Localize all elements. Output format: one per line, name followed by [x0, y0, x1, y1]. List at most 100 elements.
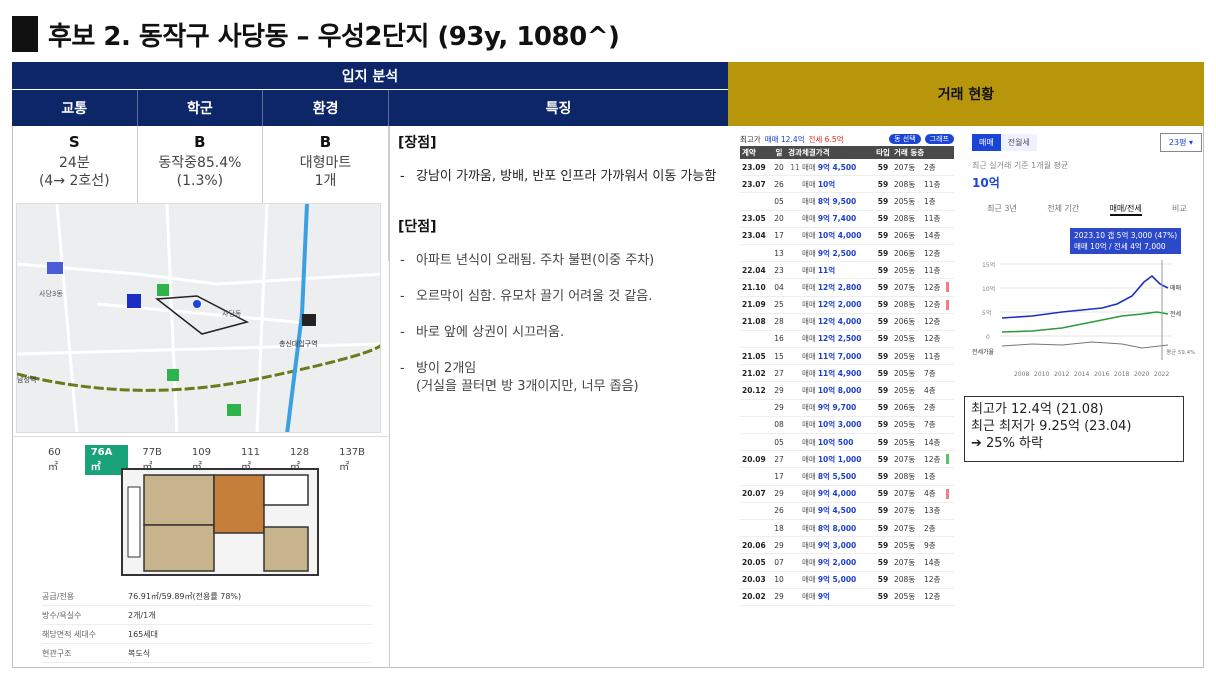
deal-floor: 2층 — [924, 523, 936, 533]
area-select[interactable]: 23평 ▾ — [1159, 132, 1202, 152]
deal-row[interactable]: 23.07 26 매매 10억 59 208동 11층 — [740, 176, 954, 194]
area-tab[interactable]: 137B㎡ — [333, 445, 381, 475]
deal-price: 매매 9억 3,000 — [802, 540, 872, 551]
grade-detail: (1.3%) — [176, 173, 224, 189]
deal-floor: 11층 — [924, 214, 941, 224]
deal-row[interactable]: 20.09 27 매매 10억 1,000 59 207동 12층 — [740, 451, 954, 469]
deal-row[interactable]: 29 매매 9억 9,700 59 206동 2층 — [740, 400, 954, 417]
deal-type: 59 — [877, 214, 889, 224]
deal-row[interactable]: 21.02 27 매매 11억 4,900 59 205동 7층 — [740, 365, 954, 383]
deal-floor: 1층 — [924, 196, 936, 206]
location-analysis-panel: 입지 분석 교통 학군 환경 특징 S 24분 (4→ 2호선) B 동작중85… — [12, 62, 728, 668]
map-label: 남성역 — [17, 375, 36, 384]
deal-kind: 매매 — [802, 506, 816, 516]
deal-kind: 매매 — [802, 162, 816, 172]
deal-row[interactable]: 16 매매 12억 2,500 59 205동 12층 — [740, 331, 954, 349]
x-tick: 2014 — [1074, 371, 1089, 378]
deal-kind: 매매 — [802, 300, 816, 310]
deal-building: 205동 — [894, 265, 916, 275]
deal-kind: 매매 — [802, 265, 816, 275]
deal-row[interactable]: 23.04 17 매매 10억 4,000 59 206동 14층 — [740, 228, 954, 245]
deal-day: 20 — [774, 214, 784, 224]
deal-price: 매매 10억 — [802, 179, 872, 190]
deal-building: 206동 — [894, 403, 916, 413]
deal-building: 205동 — [894, 368, 916, 378]
deal-kind: 매매 — [802, 454, 816, 464]
x-tick: 2018 — [1114, 371, 1129, 378]
chart-tooltip: 2023.10 갭 5억 3,000 (47%) 매매 10억 / 전세 4억 … — [1070, 228, 1182, 254]
deal-row[interactable]: 20.12 29 매매 10억 8,000 59 205동 4층 — [740, 382, 954, 400]
location-map[interactable]: 사당3동 남성역 총신대입구역 사당동 — [16, 203, 381, 433]
deal-day: 13 — [774, 248, 784, 258]
deal-row[interactable]: 05 매매 10억 500 59 205동 14층 — [740, 434, 954, 452]
deal-type: 59 — [877, 282, 889, 292]
deal-row[interactable]: 21.10 04 매매 12억 2,800 59 207동 12층 — [740, 279, 954, 297]
criteria-header-row: 교통 학군 환경 특징 — [12, 90, 728, 126]
deal-row[interactable]: 23.09 20 11 매매 9억 4,500 59 207동 2층 — [740, 159, 954, 177]
spec-key: 방수/욕실수 — [42, 610, 82, 620]
deal-building: 205동 — [894, 592, 916, 602]
deal-row[interactable]: 08 매매 10억 3,000 59 205동 7층 — [740, 417, 954, 434]
col-type: 타입 — [876, 148, 890, 157]
tab-sale[interactable]: 매매 — [972, 133, 1001, 151]
deal-row[interactable]: 20.07 29 매매 9억 4,000 59 207동 4층 — [740, 486, 954, 503]
deal-day: 05 — [774, 437, 784, 447]
period-tab[interactable]: 전체 기간 — [1047, 203, 1079, 216]
period-tab-active[interactable]: 매매/전세 — [1109, 203, 1142, 216]
deal-month: 20.09 — [742, 454, 766, 464]
grade-detail: 1개 — [314, 173, 337, 189]
deal-building: 205동 — [894, 196, 916, 206]
deal-price: 매매 10억 1,000 — [802, 454, 872, 465]
grade-detail: 24분 — [58, 155, 90, 171]
deal-row[interactable]: 22.04 23 매매 11억 59 205동 11층 — [740, 262, 954, 280]
deal-row[interactable]: 21.09 25 매매 12억 2,000 59 208동 12층 — [740, 297, 954, 314]
deal-row[interactable]: 18 매매 8억 8,000 59 207동 2층 — [740, 520, 954, 538]
graph-button[interactable]: 그래프 — [924, 134, 954, 144]
deal-type: 59 — [877, 489, 889, 499]
deal-month: 20.07 — [742, 489, 766, 499]
deal-row[interactable]: 20.05 07 매매 9억 2,000 59 207동 14층 — [740, 554, 954, 572]
period-tab[interactable]: 비교 — [1172, 203, 1187, 216]
deal-day: 26 — [774, 179, 784, 189]
con-text: 오르막이 심함. 유모차 끌기 어려울 것 같음. — [416, 289, 653, 304]
deal-month: 21.10 — [742, 282, 766, 292]
deal-price: 매매 12억 2,000 — [802, 299, 872, 310]
deal-building: 207동 — [894, 523, 916, 533]
deal-row[interactable]: 17 매매 8억 5,500 59 208동 1층 — [740, 468, 954, 486]
deal-kind: 매매 — [802, 437, 816, 447]
deal-price-value: 9억 2,000 — [817, 557, 857, 567]
deal-status-marker — [946, 282, 949, 293]
deal-building: 205동 — [894, 351, 916, 361]
deal-price: 매매 11억 — [802, 265, 872, 276]
deal-price: 매매 10억 3,000 — [802, 419, 872, 430]
deal-row[interactable]: 23.05 20 매매 9억 7,400 59 208동 11층 — [740, 211, 954, 228]
x-tick: 2016 — [1094, 371, 1109, 378]
deal-row[interactable]: 05 매매 8억 9,500 59 205동 1층 — [740, 193, 954, 211]
deal-type: 59 — [877, 368, 889, 378]
avg-value: 10억 — [972, 176, 1000, 190]
deal-row[interactable]: 20.06 29 매매 9억 3,000 59 205동 9층 — [740, 537, 954, 555]
area-tab[interactable]: 60㎡ — [42, 445, 77, 475]
deal-month: 21.05 — [742, 351, 766, 361]
deal-type: 59 — [877, 403, 889, 413]
header-transport: 교통 — [12, 90, 138, 126]
deal-kind: 매매 — [802, 523, 816, 533]
series-label-rent: 전세 — [1170, 310, 1181, 318]
deal-row[interactable]: 21.08 28 매매 12억 4,000 59 206동 12층 — [740, 314, 954, 331]
deal-row[interactable]: 20.02 29 매매 9억 59 205동 12층 — [740, 589, 954, 606]
price-summary-box: 최고가 12.4억 (21.08) 최근 최저가 9.25억 (23.04) ➔… — [964, 396, 1184, 462]
deal-floor: 2층 — [924, 162, 936, 172]
tab-rent[interactable]: 전월세 — [1000, 133, 1037, 151]
deal-row[interactable]: 26 매매 9억 4,500 59 207동 13층 — [740, 503, 954, 520]
deal-row[interactable]: 13 매매 9억 2,500 59 206동 12층 — [740, 245, 954, 263]
building-select-button[interactable]: 동 선택 — [889, 134, 921, 144]
deal-row[interactable]: 20.03 10 매매 9억 5,000 59 208동 12층 — [740, 572, 954, 589]
deal-building: 205동 — [894, 386, 916, 396]
col-unit: 거래 동층 — [894, 148, 925, 157]
period-tab[interactable]: 최근 3년 — [987, 203, 1017, 216]
deal-day: 05 — [774, 196, 784, 206]
deal-row[interactable]: 21.05 15 매매 11억 7,000 59 205동 11층 — [740, 348, 954, 366]
deal-price-value: 9억 4,500 — [817, 162, 857, 172]
deal-price: 매매 8억 9,500 — [802, 196, 872, 207]
deal-day: 15 — [774, 351, 784, 361]
